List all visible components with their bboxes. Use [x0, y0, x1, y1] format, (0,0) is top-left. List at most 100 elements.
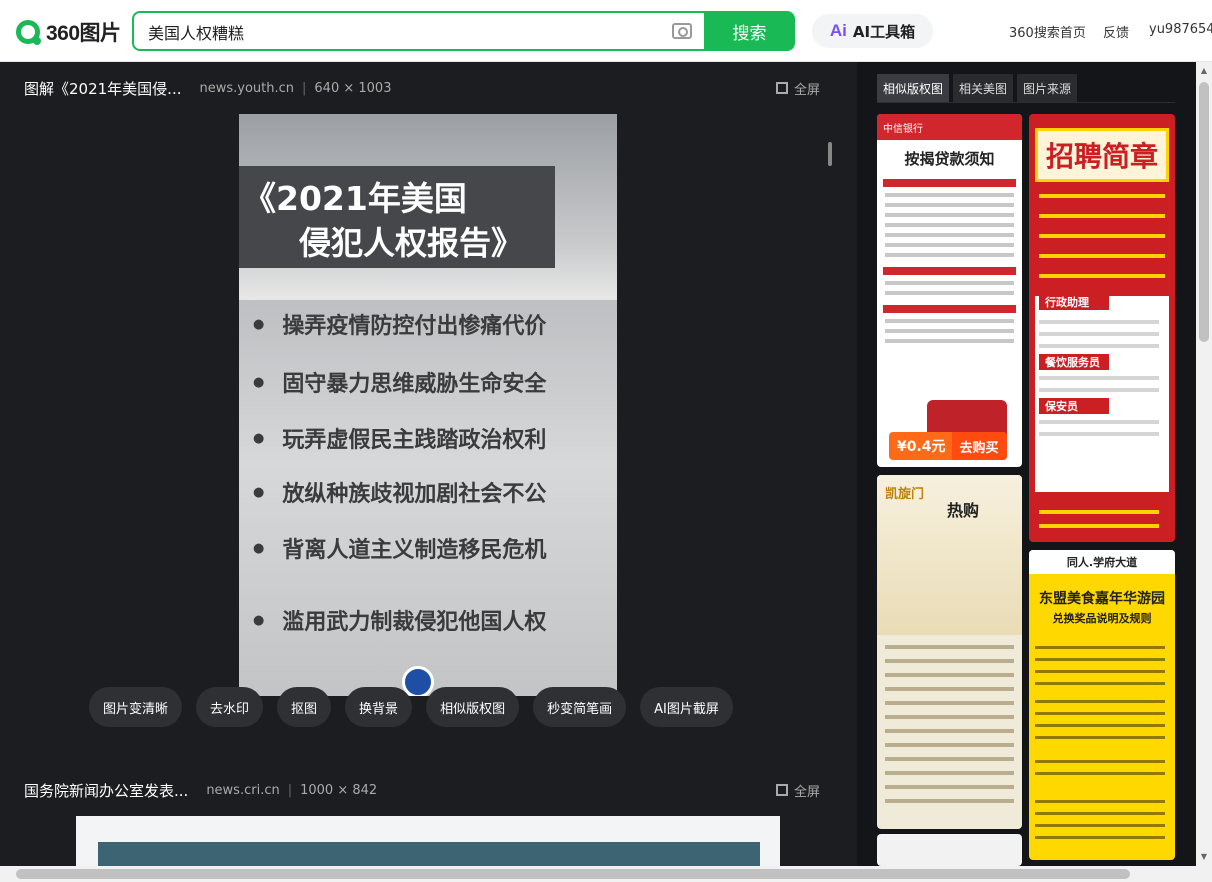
related-tabs: 相似版权图 相关美图 图片来源	[877, 74, 1078, 102]
tool-similar-button[interactable]: 相似版权图	[426, 687, 520, 727]
poster-bullet: 固守暴力思维威胁生命安全	[253, 366, 546, 398]
text-line	[1039, 420, 1159, 424]
item-header: 国务院新闻办公室发表... news.cri.cn | 1000 × 842	[24, 780, 377, 800]
horizontal-scrollbar[interactable]	[0, 866, 1196, 882]
text-line	[1039, 274, 1165, 278]
item-source[interactable]: news.youth.cn	[199, 81, 294, 96]
tab-image-source[interactable]: 图片来源	[1017, 74, 1078, 102]
item-source[interactable]: news.cri.cn	[206, 783, 279, 798]
poster-bullet: 放纵种族歧视加剧社会不公	[253, 476, 546, 508]
text-line	[885, 281, 1014, 285]
text-line	[1035, 824, 1165, 827]
text-line	[1035, 712, 1165, 715]
ai-toolbox-label: AI工具箱	[852, 22, 916, 41]
text-line	[1035, 658, 1165, 661]
thumbnail-partial[interactable]	[877, 834, 1022, 866]
tool-watermark-button[interactable]: 去水印	[196, 687, 264, 727]
job-tag: 行政助理	[1039, 294, 1109, 310]
fullscreen-button[interactable]: 全屏	[776, 780, 820, 800]
tab-related-images[interactable]: 相关美图	[953, 74, 1014, 102]
text-line	[1039, 388, 1159, 392]
text-line	[885, 729, 1014, 733]
top-header: 360图片 搜索 Ai AI工具箱 360搜索首页 反馈 yu987654_	[0, 0, 1212, 62]
fullscreen-button[interactable]: 全屏	[776, 78, 820, 98]
text-line	[1035, 760, 1165, 763]
search-input[interactable]	[148, 21, 648, 43]
thumbnail-title: 招聘简章	[1035, 128, 1169, 182]
text-line	[1035, 812, 1165, 815]
text-line	[885, 743, 1014, 747]
text-line	[1039, 510, 1159, 514]
text-line	[1039, 320, 1159, 324]
horizontal-scroll-thumb[interactable]	[16, 869, 1130, 879]
divider	[883, 305, 1016, 313]
text-line	[885, 193, 1014, 197]
ai-icon: Ai	[829, 21, 847, 40]
text-line	[885, 329, 1014, 333]
price-value: ¥0.4元	[897, 439, 946, 455]
thumbnail-brand: 同人.学府大道	[1029, 550, 1175, 574]
tool-ai-screenshot-button[interactable]: AI图片截屏	[640, 687, 733, 727]
poster-title-line1: 《2021年美国	[243, 179, 467, 218]
text-line	[885, 673, 1014, 677]
thumbnail-title: 热购	[947, 501, 980, 520]
bank-header: 中信银行	[877, 114, 1022, 140]
result-image[interactable]: 《2021年美国 侵犯人权报告》 操弄疫情防控付出惨痛代价 固守暴力思维威胁生命…	[239, 114, 617, 696]
text-line	[1039, 432, 1159, 436]
divider	[877, 102, 1175, 103]
job-tag: 餐饮服务员	[1039, 354, 1109, 370]
thumbnail-food-festival[interactable]: 同人.学府大道 东盟美食嘉年华游园 兑换奖品说明及规则	[1029, 550, 1175, 860]
tool-sketch-button[interactable]: 秒变简笔画	[533, 687, 627, 727]
nav-feedback-link[interactable]: 反馈	[1103, 22, 1129, 41]
text-line	[885, 319, 1014, 323]
text-line	[1039, 254, 1165, 258]
scroll-up-icon[interactable]: ▲	[1199, 66, 1209, 76]
search-box	[132, 11, 706, 51]
text-line	[885, 701, 1014, 705]
item-title[interactable]: 国务院新闻办公室发表...	[24, 780, 188, 801]
tool-cutout-button[interactable]: 抠图	[277, 687, 332, 727]
vertical-scrollbar[interactable]: ▲ ▼	[1196, 62, 1212, 866]
ai-toolbox-button[interactable]: Ai AI工具箱	[812, 14, 933, 48]
nav-home-link[interactable]: 360搜索首页	[1009, 22, 1086, 41]
search-button[interactable]: 搜索	[704, 11, 795, 51]
text-line	[885, 757, 1014, 761]
thumbnail-recruitment[interactable]: 招聘简章 行政助理 餐饮服务员 保安员	[1029, 114, 1175, 542]
nav-user-link[interactable]: yu987654_	[1149, 22, 1212, 37]
thumbnail-banner: 凯旋门 热购	[877, 475, 1022, 635]
thumbnail-loan-notice[interactable]: 中信银行 按揭贷款须知 ¥0.4元 去购买	[877, 114, 1022, 467]
scroll-down-icon[interactable]: ▼	[1199, 852, 1209, 862]
text-line	[885, 687, 1014, 691]
poster-bullet: 背离人道主义制造移民危机	[253, 532, 546, 564]
text-line	[885, 645, 1014, 649]
viewer-scroll-indicator[interactable]	[828, 142, 832, 166]
buy-price-button[interactable]: ¥0.4元 去购买	[889, 432, 1007, 460]
text-line	[885, 203, 1014, 207]
text-line	[885, 223, 1014, 227]
camera-icon[interactable]	[672, 23, 692, 39]
poster-bullet: 操弄疫情防控付出惨痛代价	[253, 308, 546, 340]
logo[interactable]: 360图片	[16, 18, 121, 46]
logo-mark-icon	[16, 20, 41, 45]
text-line	[1039, 234, 1165, 238]
tab-similar-copyright[interactable]: 相似版权图	[877, 74, 950, 102]
vertical-scroll-thumb[interactable]	[1199, 82, 1209, 342]
text-line	[1039, 332, 1159, 336]
text-line	[885, 339, 1014, 343]
buy-label: 去购买	[951, 432, 1007, 460]
text-line	[1035, 700, 1165, 703]
divider	[883, 179, 1016, 187]
thumbnail-title: 东盟美食嘉年华游园	[1039, 591, 1165, 607]
result-image[interactable]	[76, 816, 780, 866]
image-tools: 图片变清晰 去水印 抠图 换背景 相似版权图 秒变简笔画 AI图片截屏	[89, 687, 733, 727]
item-title[interactable]: 图解《2021年美国侵...	[24, 78, 181, 99]
text-line	[1039, 194, 1165, 198]
thumbnail-vip-card[interactable]: 凯旋门 热购	[877, 475, 1022, 829]
fullscreen-label: 全屏	[794, 784, 821, 800]
main-viewer: 图解《2021年美国侵... news.youth.cn | 640 × 100…	[0, 62, 857, 866]
text-line	[885, 799, 1014, 803]
text-line	[885, 243, 1014, 247]
text-line	[1039, 376, 1159, 380]
tool-background-button[interactable]: 换背景	[345, 687, 413, 727]
tool-enhance-button[interactable]: 图片变清晰	[89, 687, 183, 727]
